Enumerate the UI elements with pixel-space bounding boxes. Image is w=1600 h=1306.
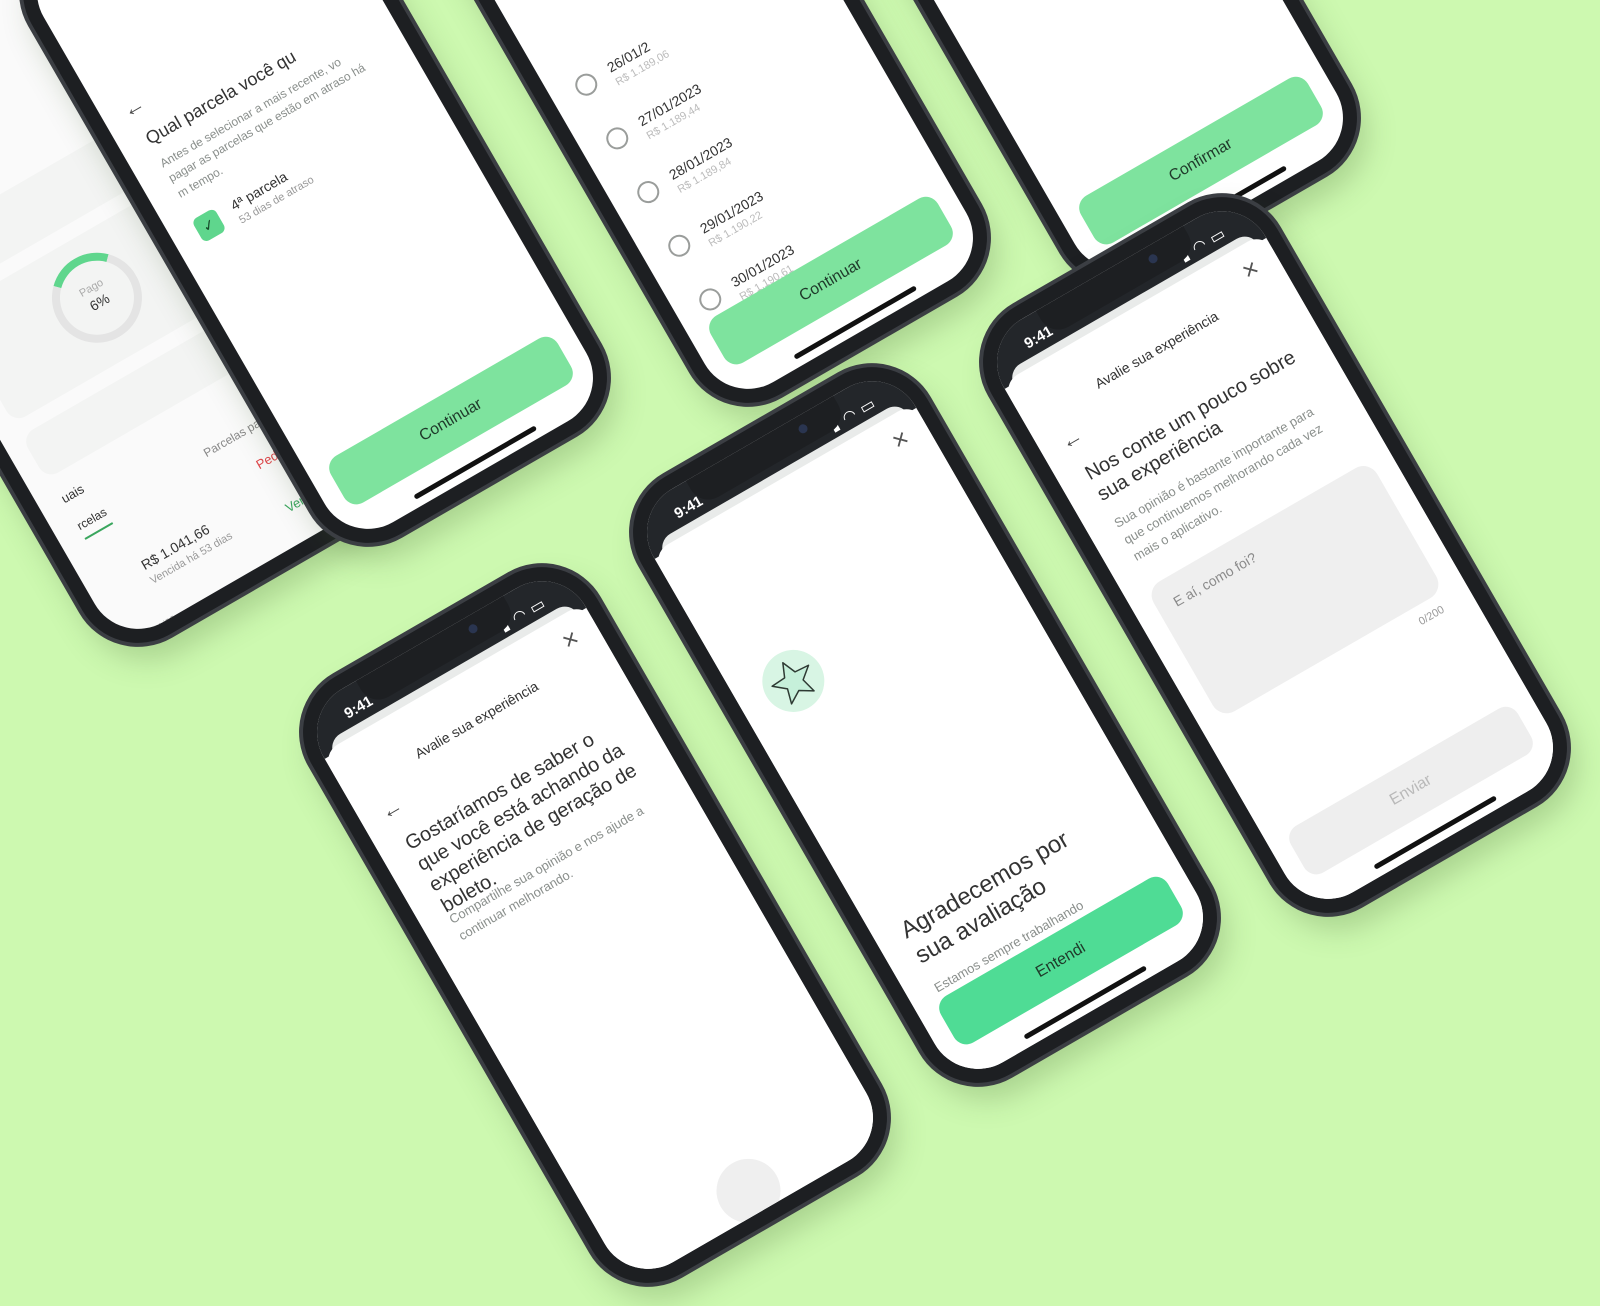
continuar-button[interactable]: Continuar <box>324 331 578 510</box>
camera <box>1146 252 1160 265</box>
date-row[interactable]: 28/01/2023 R$ 1.189,84 <box>633 134 742 215</box>
close-icon[interactable]: × <box>886 422 914 456</box>
radio-icon[interactable] <box>602 123 633 154</box>
item2-badge: 5ª <box>148 635 187 648</box>
section-label: uais <box>58 481 87 507</box>
date-row[interactable]: 29/01/2023 R$ 1.190,22 <box>664 188 773 269</box>
tab-parcelas[interactable]: rcelas <box>74 504 114 540</box>
feedback-placeholder: E aí, como foi? <box>1170 549 1260 610</box>
date-row[interactable]: 27/01/2023 R$ 1.189,44 <box>602 80 711 161</box>
char-counter: 0/200 <box>1416 603 1447 628</box>
enviar-button[interactable]: Enviar <box>1284 701 1538 880</box>
radio-icon[interactable] <box>633 177 664 208</box>
checkbox-checked-icon[interactable]: ✓ <box>191 207 227 244</box>
back-arrow-icon[interactable]: ← <box>1056 422 1088 456</box>
radio-icon[interactable] <box>695 284 726 315</box>
back-arrow-icon[interactable]: ← <box>118 90 150 124</box>
help-icon[interactable] <box>704 1147 793 1235</box>
radio-icon[interactable] <box>571 69 602 100</box>
radio-icon[interactable] <box>664 230 695 261</box>
camera <box>796 422 810 435</box>
item2-date: 03/01/23 <box>139 613 179 643</box>
item2-sub: Boleto disponível <box>187 602 267 648</box>
date-row[interactable]: 26/01/2 R$ 1.189,06 <box>571 32 672 108</box>
star-icon <box>750 638 836 724</box>
item2-amount: R$ 2.241,66 <box>178 591 253 644</box>
back-arrow-icon[interactable]: ← <box>376 792 408 826</box>
camera <box>466 622 480 635</box>
